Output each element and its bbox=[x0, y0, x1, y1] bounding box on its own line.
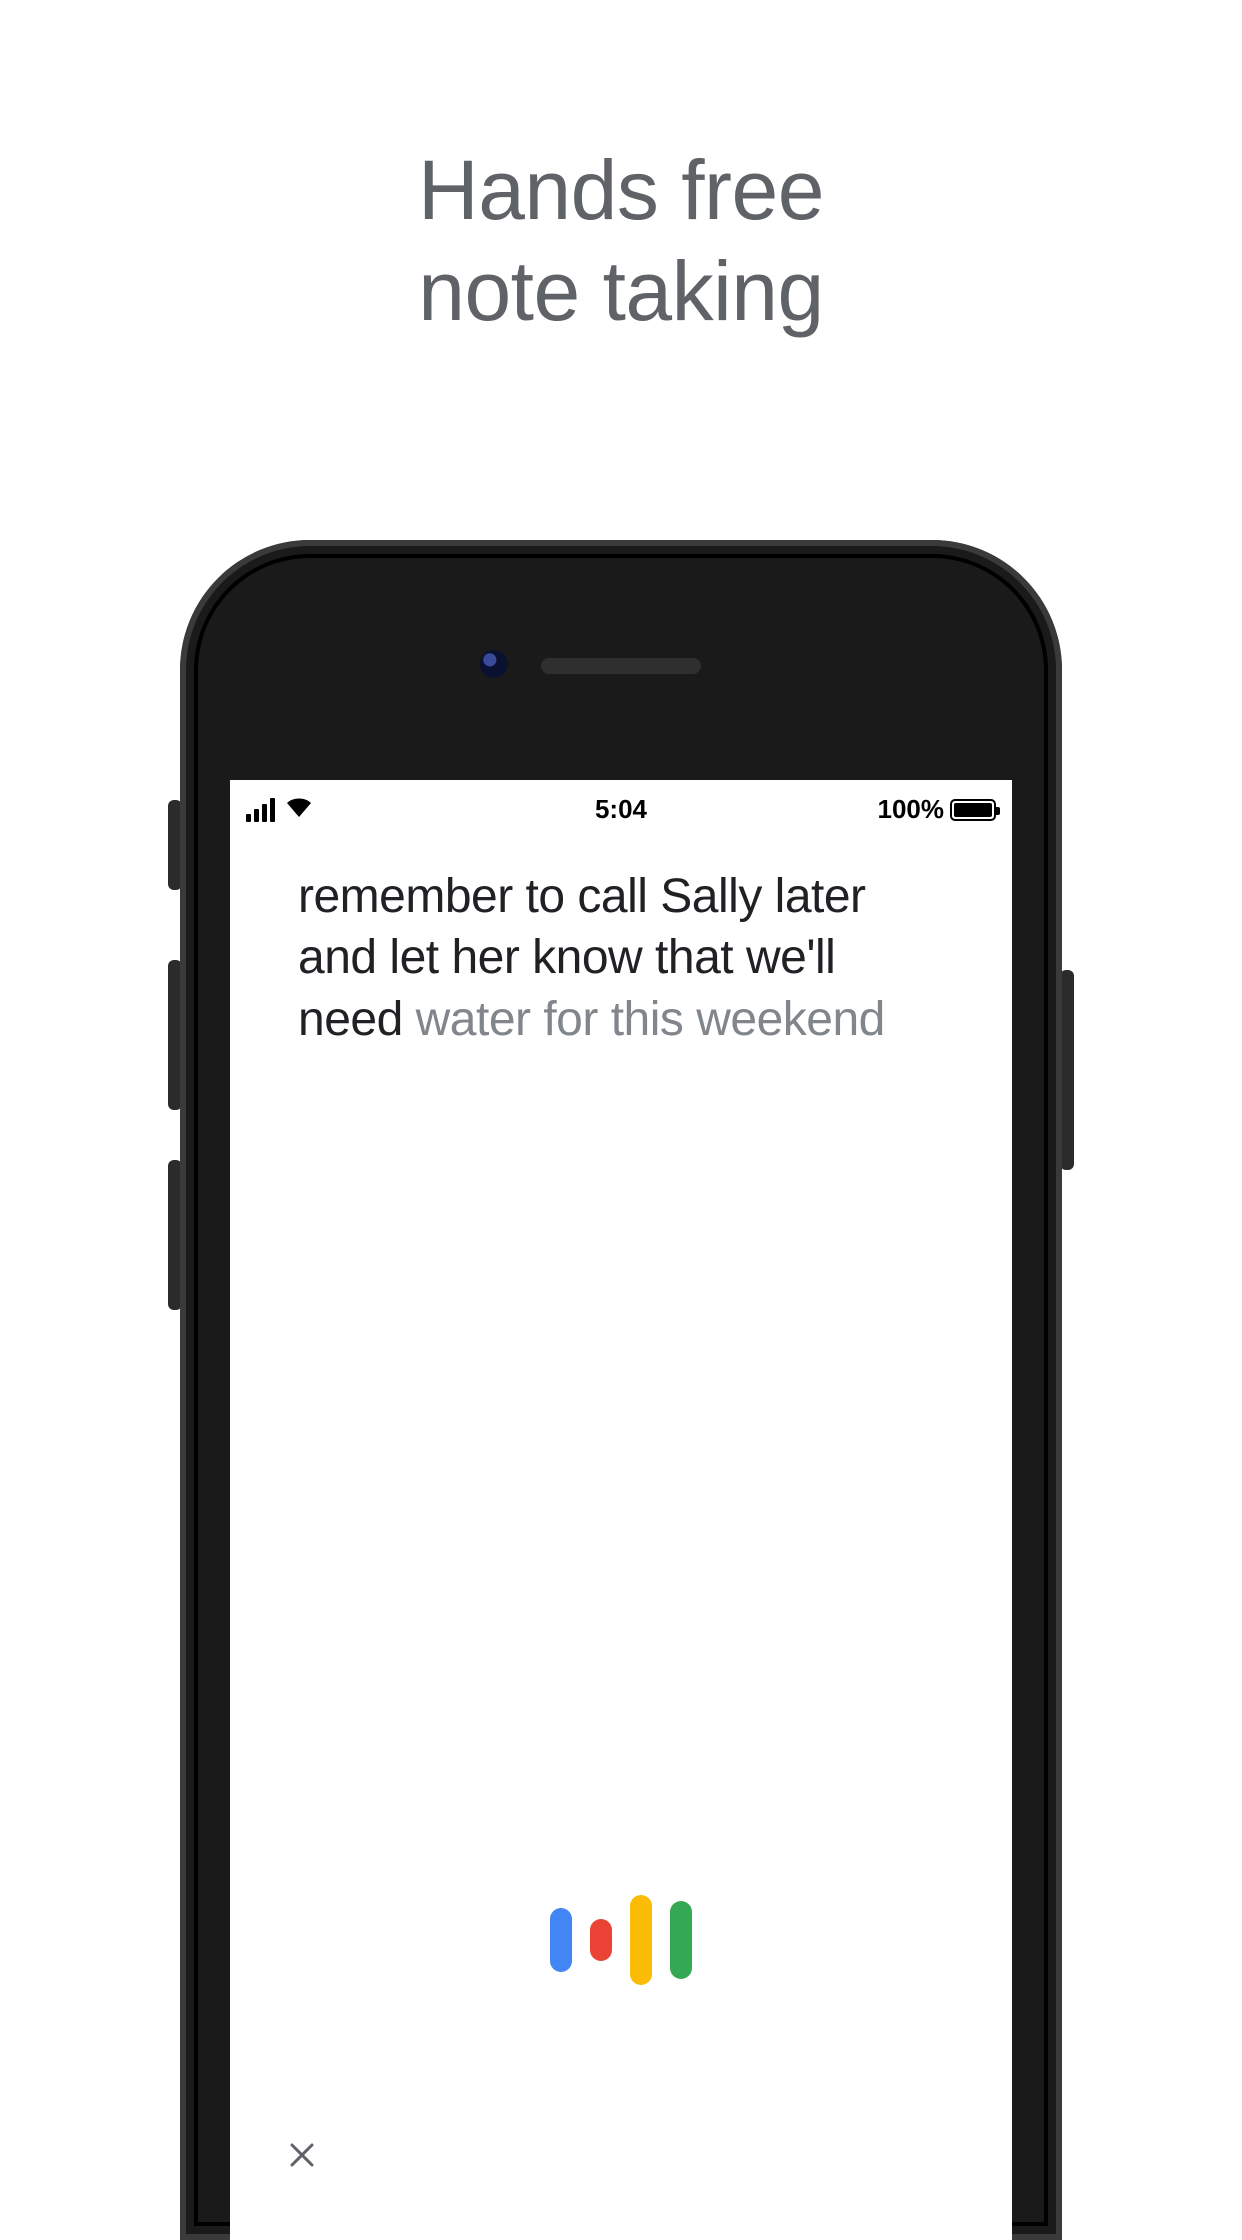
google-voice-bars-icon[interactable] bbox=[230, 1890, 1012, 1990]
voice-bar-red bbox=[590, 1919, 612, 1961]
status-right: 100% bbox=[878, 794, 997, 825]
phone-screen: 5:04 100% remember to call Sally later a… bbox=[230, 780, 1012, 2240]
phone-frame: 5:04 100% remember to call Sally later a… bbox=[180, 540, 1062, 2240]
close-icon bbox=[287, 2140, 317, 2170]
voice-bar-blue bbox=[550, 1908, 572, 1972]
marketing-headline: Hands free note taking bbox=[0, 140, 1242, 342]
voice-bar-yellow bbox=[630, 1895, 652, 1985]
battery-full-icon bbox=[950, 799, 996, 821]
headline-line-2: note taking bbox=[0, 241, 1242, 342]
status-bar: 5:04 100% bbox=[230, 780, 1012, 836]
headline-line-1: Hands free bbox=[0, 140, 1242, 241]
voice-transcription: remember to call Sally later and let her… bbox=[230, 836, 1012, 1050]
phone-front-camera bbox=[480, 650, 508, 678]
close-button[interactable] bbox=[282, 2135, 322, 2175]
battery-percent-label: 100% bbox=[878, 794, 945, 825]
phone-speaker bbox=[541, 658, 701, 674]
voice-bar-green bbox=[670, 1901, 692, 1979]
transcription-tentative: water for this weekend bbox=[416, 993, 885, 1046]
phone-power-button bbox=[1060, 970, 1074, 1170]
